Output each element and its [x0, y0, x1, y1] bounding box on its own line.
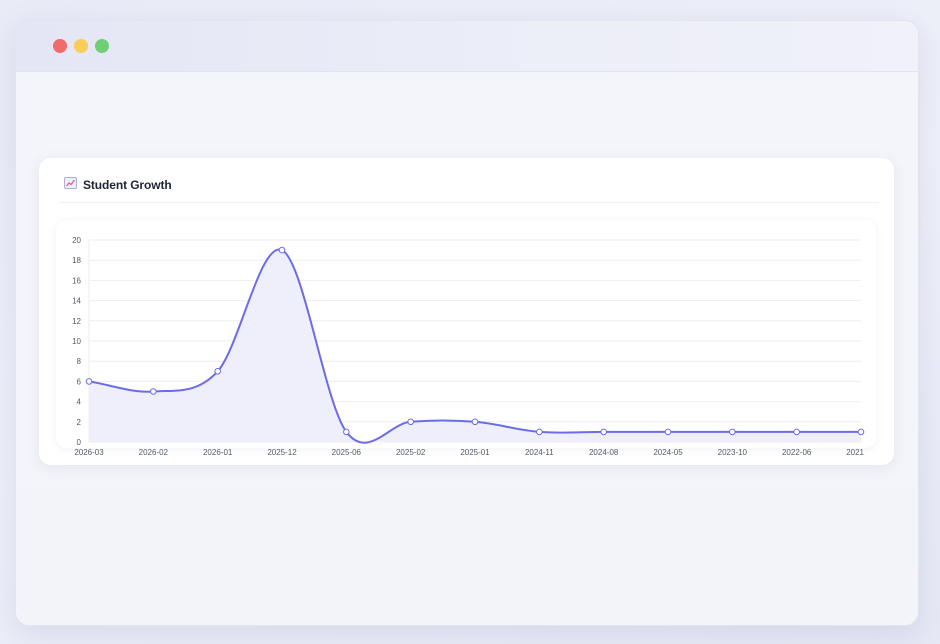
data-point [600, 428, 607, 436]
y-tick-label: 6 [77, 377, 82, 386]
x-tick-label: 2023-10 [718, 448, 748, 457]
data-point [343, 428, 350, 436]
data-point [85, 378, 93, 385]
x-tick-label: 2025-01 [460, 448, 490, 457]
x-tick-label: 2025-12 [267, 448, 297, 457]
x-tick-label: 2026-02 [139, 448, 169, 457]
student-growth-chart: 0 2 4 6 8 10 12 14 16 18 20 2026-03 2026-02 2026-01 20… [72, 236, 865, 457]
browser-window: Student Growth 0 2 4 6 8 10 12 14 16 18 20 2026-03 2… [15, 20, 919, 626]
card-divider [59, 202, 879, 203]
data-point [214, 368, 221, 375]
card-title: Student Growth [83, 178, 172, 192]
data-point [471, 418, 479, 426]
y-tick-label: 12 [72, 317, 81, 326]
maximize-window-button[interactable] [95, 39, 109, 53]
data-point [857, 428, 865, 436]
x-tick-label: 2026-03 [74, 448, 104, 457]
series-area [89, 249, 861, 443]
data-point [729, 428, 736, 436]
student-growth-card: Student Growth 0 2 4 6 8 10 12 14 16 18 20 2026-03 2… [39, 158, 894, 465]
page-content: Student Growth 0 2 4 6 8 10 12 14 16 18 20 2026-03 2… [16, 73, 918, 487]
close-window-button[interactable] [53, 39, 67, 53]
x-tick-label: 2025-06 [332, 448, 362, 457]
data-point [536, 428, 543, 436]
x-tick-label: 2024-11 [525, 448, 554, 457]
x-tick-label: 2025-02 [396, 448, 426, 457]
y-tick-label: 20 [72, 236, 81, 245]
chart-increasing-icon [64, 176, 77, 194]
data-point [278, 246, 286, 254]
data-point [150, 388, 157, 395]
y-tick-label: 18 [72, 256, 81, 265]
y-tick-label: 10 [72, 337, 81, 346]
y-tick-label: 0 [77, 438, 82, 447]
data-point [664, 428, 672, 436]
y-tick-label: 4 [77, 398, 82, 407]
x-tick-label: 2024-08 [589, 448, 619, 457]
x-tick-label: 2024-05 [653, 448, 683, 457]
card-header: Student Growth [64, 176, 172, 194]
y-tick-label: 16 [72, 276, 81, 285]
chart-container: 0 2 4 6 8 10 12 14 16 18 20 2026-03 2026-02 2026-01 20… [56, 220, 876, 457]
x-tick-label: 2021 [846, 448, 864, 457]
x-tick-label: 2026-01 [203, 448, 233, 457]
data-point [793, 428, 800, 436]
y-tick-label: 2 [77, 418, 82, 427]
y-tick-label: 14 [72, 297, 81, 306]
window-titlebar [16, 21, 918, 72]
y-tick-label: 8 [77, 357, 82, 366]
minimize-window-button[interactable] [74, 39, 88, 53]
x-tick-label: 2022-06 [782, 448, 812, 457]
data-point [407, 418, 414, 426]
